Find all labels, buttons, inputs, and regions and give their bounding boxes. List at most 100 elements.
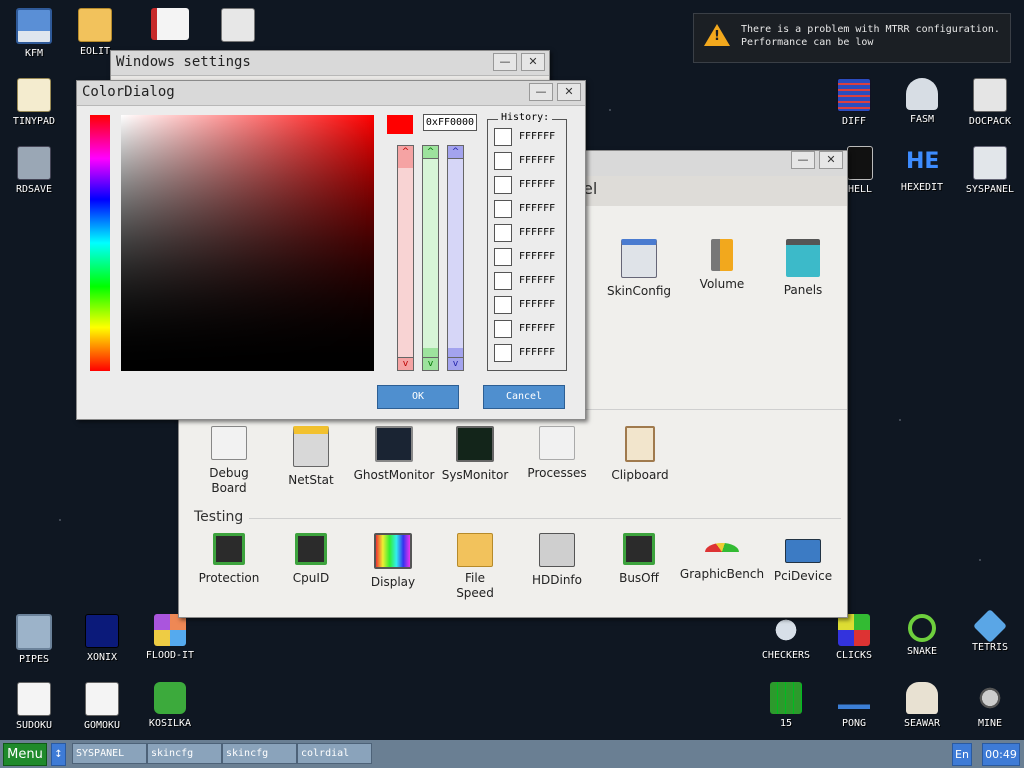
desktop-icon-hexedit[interactable]: HE HEXEDIT xyxy=(888,146,956,208)
app-skinconfig[interactable]: SkinConfig xyxy=(596,239,682,299)
app-clipboard[interactable]: Clipboard xyxy=(597,426,683,483)
desktop-icon-kosilka[interactable]: KOSILKA xyxy=(136,682,204,744)
history-item[interactable]: FFFFFF xyxy=(494,222,555,242)
green-slider[interactable]: ^ v xyxy=(422,145,439,371)
taskbar-item-syspanel[interactable]: SYSPANEL xyxy=(72,743,147,764)
app-sysmonitor[interactable]: SysMonitor xyxy=(432,426,518,483)
app-processes[interactable]: Processes xyxy=(514,426,600,481)
taskbar-item-skincfg[interactable]: skincfg xyxy=(147,743,222,764)
history-swatch[interactable] xyxy=(494,175,512,194)
window-title: Windows settings xyxy=(116,54,251,70)
blue-down-arrow[interactable]: v xyxy=(448,357,463,370)
app-volume[interactable]: Volume xyxy=(679,239,765,292)
ok-button[interactable]: OK xyxy=(377,385,459,409)
app-netstat[interactable]: NetStat xyxy=(268,426,354,488)
desktop-icon-tinypad[interactable]: TINYPAD xyxy=(0,78,68,140)
desktop-icon-label: TETRIS xyxy=(971,642,1009,653)
history-swatch[interactable] xyxy=(494,199,512,218)
windows-settings-titlebar[interactable]: Windows settings — ✕ xyxy=(111,51,549,76)
app-panels[interactable]: Panels xyxy=(760,239,846,298)
history-item[interactable]: FFFFFF xyxy=(494,270,555,290)
hue-strip[interactable] xyxy=(90,115,110,371)
desktop-icon-docpack[interactable]: DOCPACK xyxy=(956,78,1024,140)
red-slider[interactable]: ^ v xyxy=(397,145,414,371)
saturation-value-picker[interactable] xyxy=(121,115,374,371)
history-swatch[interactable] xyxy=(494,271,512,290)
desktop-icon-label: HEXEDIT xyxy=(900,182,944,193)
close-button[interactable]: ✕ xyxy=(819,151,843,169)
app-pcidevice[interactable]: PciDevice xyxy=(760,533,846,584)
history-item[interactable]: FFFFFF xyxy=(494,342,555,362)
desktop-icon-rdsave[interactable]: RDSAVE xyxy=(0,146,68,208)
history-value: FFFFFF xyxy=(519,251,556,262)
minimize-button[interactable]: — xyxy=(493,53,517,71)
green-up-arrow[interactable]: ^ xyxy=(423,146,438,159)
history-swatch[interactable] xyxy=(494,295,512,314)
history-swatch[interactable] xyxy=(494,247,512,266)
history-swatch[interactable] xyxy=(494,127,512,146)
close-button[interactable]: ✕ xyxy=(521,53,545,71)
desktop-icon-clicks[interactable]: CLICKS xyxy=(820,614,888,676)
app-display[interactable]: Display xyxy=(350,533,436,590)
history-swatch[interactable] xyxy=(494,319,512,338)
red-slider-thumb[interactable] xyxy=(398,158,413,168)
desktop-icon-kfm[interactable]: KFM xyxy=(0,8,68,70)
menu-button[interactable]: Menu xyxy=(3,743,47,766)
app-busoff[interactable]: BusOff xyxy=(596,533,682,586)
history-item[interactable]: FFFFFF xyxy=(494,294,555,314)
testing-section-title: Testing xyxy=(194,509,244,525)
clock[interactable]: 00:49 xyxy=(982,743,1020,766)
minimize-button[interactable]: — xyxy=(529,83,553,101)
app-graphicbench[interactable]: GraphicBench xyxy=(679,533,765,582)
pci-card-icon xyxy=(785,539,821,563)
desktop-icon-syspanel[interactable]: SYSPANEL xyxy=(956,146,1024,208)
minimize-button[interactable]: — xyxy=(791,151,815,169)
history-item[interactable]: FFFFFF xyxy=(494,198,555,218)
desktop-icon-tetris[interactable]: TETRIS xyxy=(956,609,1024,676)
taskbar-item-skincfg-2[interactable]: skincfg xyxy=(222,743,297,764)
hex-value-field[interactable]: 0xFF0000 xyxy=(423,114,477,131)
blue-slider[interactable]: ^ v xyxy=(447,145,464,371)
desktop-icon-flood-it[interactable]: FLOOD-IT xyxy=(136,614,204,676)
app-hddinfo[interactable]: HDDinfo xyxy=(514,533,600,588)
app-label: Debug Board xyxy=(186,466,272,496)
history-item[interactable]: FFFFFF xyxy=(494,126,555,146)
desktop-icon-checkers[interactable]: CHECKERS xyxy=(752,614,820,676)
red-down-arrow[interactable]: v xyxy=(398,357,413,370)
history-swatch[interactable] xyxy=(494,151,512,170)
app-protection[interactable]: Protection xyxy=(186,533,272,586)
notification-line-1: There is a problem with MTRR configurati… xyxy=(741,24,1000,35)
desktop-icon-gomoku[interactable]: GOMOKU xyxy=(68,682,136,744)
close-button[interactable]: ✕ xyxy=(557,83,581,101)
desktop-icon-seawar[interactable]: SEAWAR xyxy=(888,682,956,744)
history-swatch[interactable] xyxy=(494,223,512,242)
history-item[interactable]: FFFFFF xyxy=(494,246,556,266)
desktop-icon-diff[interactable]: DIFF xyxy=(820,78,888,140)
desktop-icon-sudoku[interactable]: SUDOKU xyxy=(0,682,68,744)
blue-up-arrow[interactable]: ^ xyxy=(448,146,463,159)
sysmonitor-icon xyxy=(456,426,494,462)
app-debug-board[interactable]: Debug Board xyxy=(186,426,272,496)
history-swatch[interactable] xyxy=(494,343,512,362)
desktop-icon-mine[interactable]: MINE xyxy=(956,682,1024,744)
app-file-speed[interactable]: File Speed xyxy=(432,533,518,601)
desktop-icon-pong[interactable]: PONG xyxy=(820,682,888,744)
history-item[interactable]: FFFFFF xyxy=(494,318,555,338)
desktop-icon-xonix[interactable]: XONIX xyxy=(68,614,136,676)
app-cpuid[interactable]: CpuID xyxy=(268,533,354,586)
app-ghostmonitor[interactable]: GhostMonitor xyxy=(351,426,437,483)
cancel-button[interactable]: Cancel xyxy=(483,385,565,409)
window-switch-button[interactable]: ↕ xyxy=(51,743,66,766)
desktop-icon-fasm[interactable]: FASM xyxy=(888,78,956,140)
language-indicator[interactable]: En xyxy=(952,743,972,766)
desktop-icon-pipes[interactable]: PIPES xyxy=(0,614,68,676)
history-item[interactable]: FFFFFF xyxy=(494,174,555,194)
color-dialog-titlebar[interactable]: ColorDialog — ✕ xyxy=(77,81,585,106)
color-dialog-window[interactable]: ColorDialog — ✕ 0xFF0000 ^ v ^ v ^ v His… xyxy=(76,80,586,420)
taskbar-item-colrdial[interactable]: colrdial xyxy=(297,743,372,764)
desktop-icon-snake[interactable]: SNAKE xyxy=(888,614,956,676)
mtrr-notification[interactable]: ! There is a problem with MTRR configura… xyxy=(693,13,1011,63)
desktop-icon-15[interactable]: 15 xyxy=(752,682,820,744)
history-item[interactable]: FFFFFF xyxy=(494,150,555,170)
green-down-arrow[interactable]: v xyxy=(423,357,438,370)
